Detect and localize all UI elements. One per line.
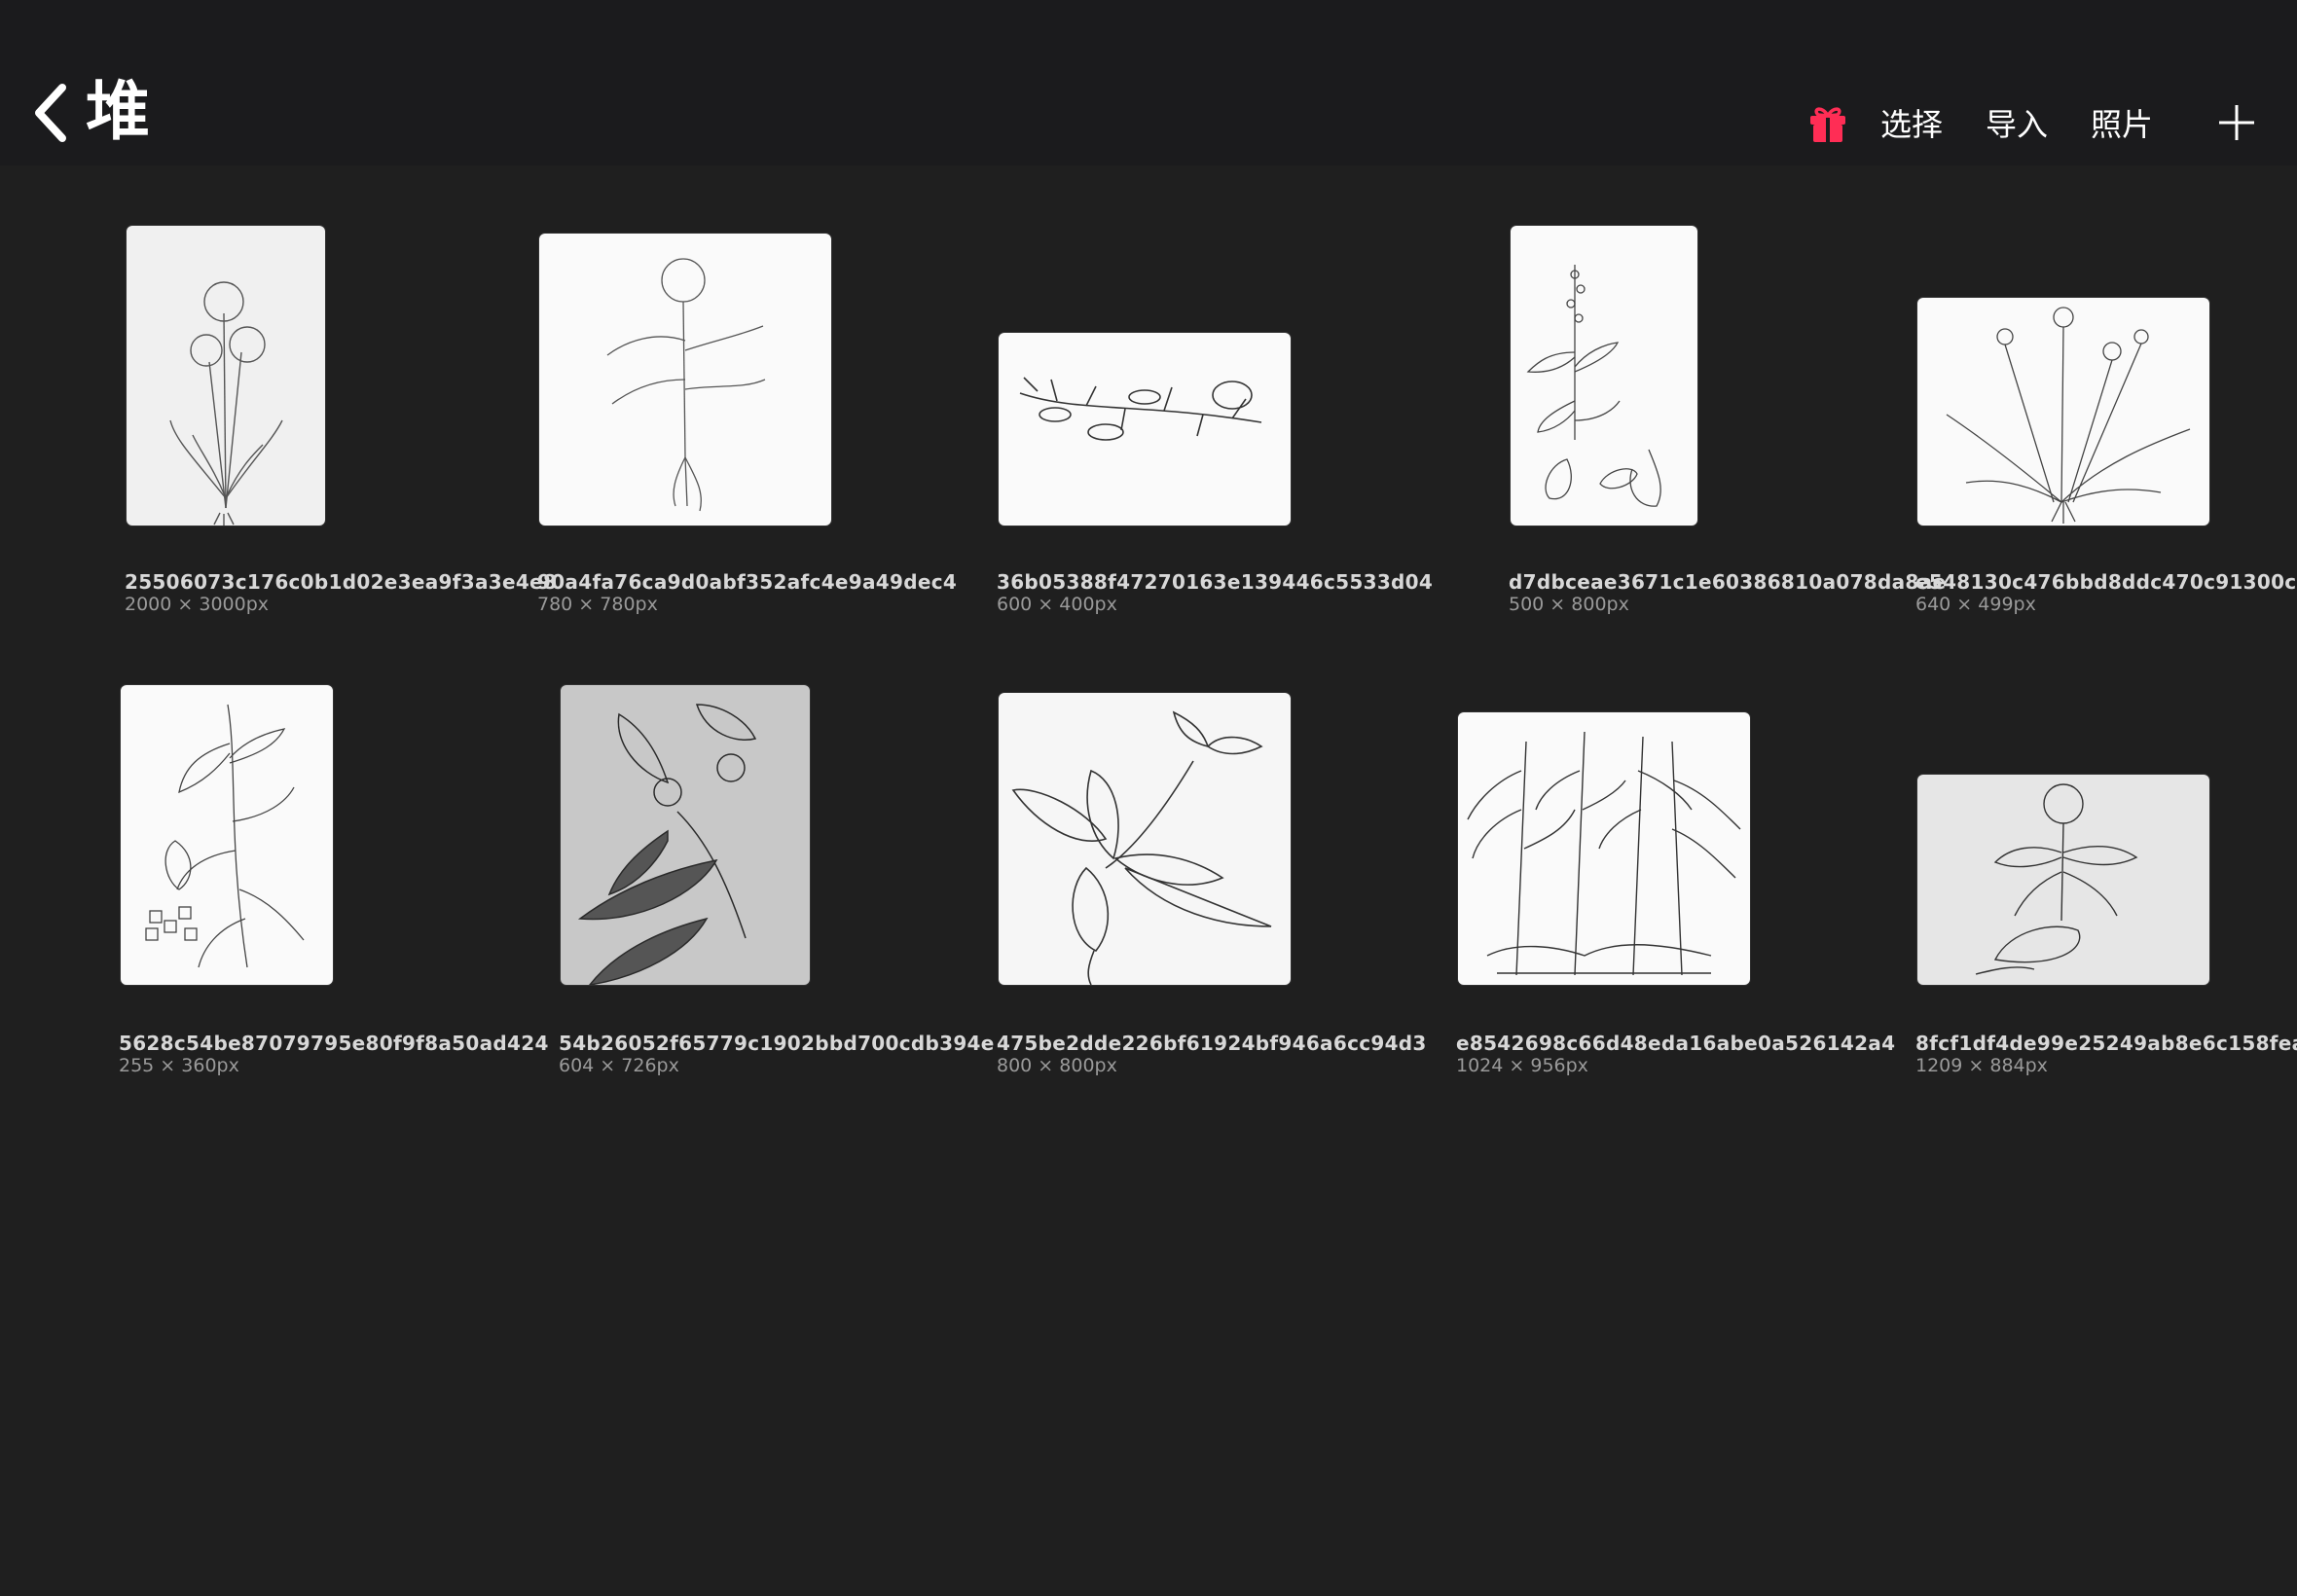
item-thumbnail[interactable] (121, 685, 333, 985)
photos-button[interactable]: 照片 (2091, 99, 2153, 150)
import-button[interactable]: 导入 (1986, 99, 2048, 150)
item-size: 604 × 726px (559, 1055, 679, 1076)
item-thumbnail[interactable] (1458, 712, 1750, 985)
item-name: e8542698c66d48eda16abe0a526142a4 (1456, 1032, 1896, 1055)
item-name: 475be2dde226bf61924bf946a6cc94d3 (997, 1032, 1427, 1055)
top-bar (0, 0, 2297, 165)
back-chevron-icon (35, 84, 66, 142)
item-name: e548130c476bbd8ddc470c91300c60d7 (1915, 570, 2297, 594)
item-size: 800 × 800px (997, 1055, 1117, 1076)
item-size: 640 × 499px (1915, 594, 2036, 615)
gift-icon[interactable] (1808, 103, 1847, 144)
item-name: 54b26052f65779c1902bbd700cdb394e (559, 1032, 995, 1055)
item-thumbnail[interactable] (999, 333, 1291, 526)
item-size: 500 × 800px (1509, 594, 1629, 615)
item-thumbnail[interactable] (561, 685, 810, 985)
item-name: 36b05388f47270163e139446c5533d04 (997, 570, 1434, 594)
item-size: 780 × 780px (537, 594, 658, 615)
item-name: d7dbceae3671c1e60386810a078da8ae (1509, 570, 1947, 594)
item-thumbnail[interactable] (127, 226, 325, 526)
item-size: 255 × 360px (119, 1055, 239, 1076)
select-button[interactable]: 选择 (1880, 99, 1943, 150)
item-thumbnail[interactable] (1917, 775, 2209, 985)
back-button[interactable] (29, 82, 72, 144)
item-name: 8fcf1df4de99e25249ab8e6c158fea23 (1915, 1032, 2297, 1055)
item-size: 2000 × 3000px (125, 594, 270, 615)
item-thumbnail[interactable] (539, 234, 831, 526)
item-thumbnail[interactable] (1511, 226, 1697, 526)
page-title: 堆 (86, 74, 150, 149)
item-name: 25506073c176c0b1d02e3ea9f3a3e4e8 (125, 570, 558, 594)
item-thumbnail[interactable] (1917, 298, 2209, 526)
item-name: 5628c54be87079795e80f9f8a50ad424 (119, 1032, 549, 1055)
item-thumbnail[interactable] (999, 693, 1291, 985)
plus-icon[interactable] (2217, 103, 2256, 142)
item-size: 600 × 400px (997, 594, 1117, 615)
item-size: 1209 × 884px (1915, 1055, 2048, 1076)
item-name: 90a4fa76ca9d0abf352afc4e9a49dec4 (537, 570, 958, 594)
item-size: 1024 × 956px (1456, 1055, 1588, 1076)
